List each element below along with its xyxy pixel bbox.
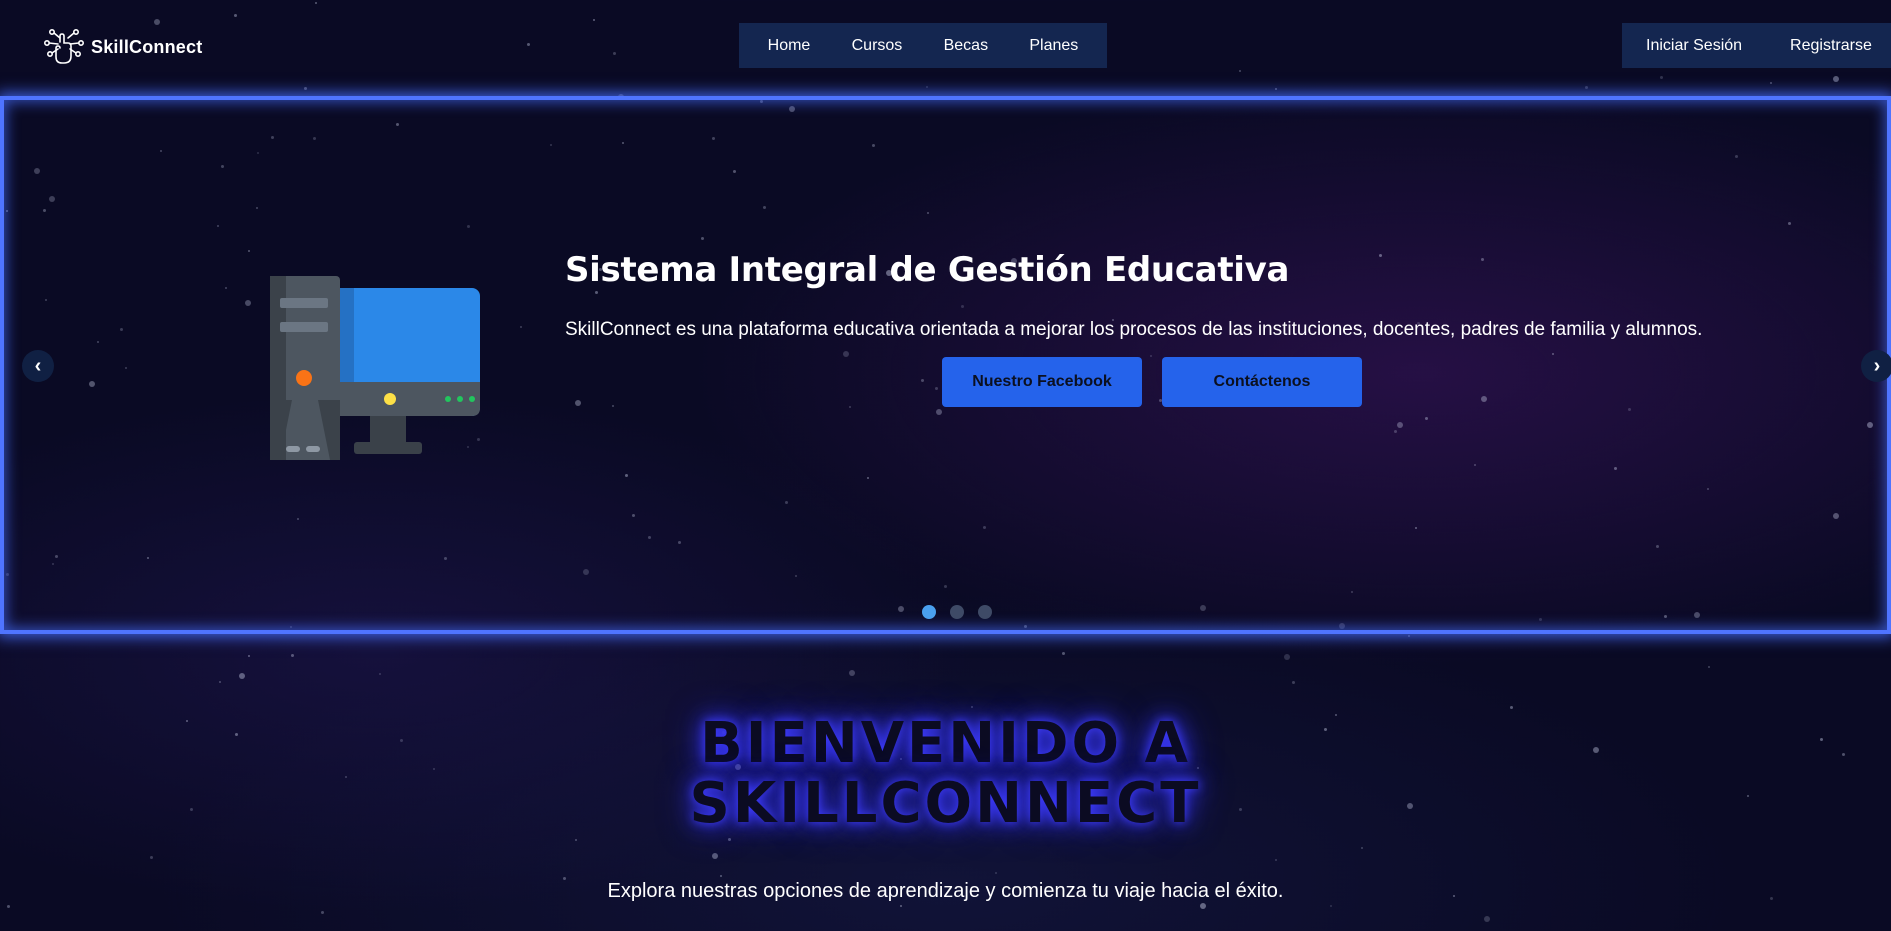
- welcome-title-line-2: SKILLCONNECT: [689, 771, 1202, 836]
- star: [1062, 652, 1065, 655]
- chevron-left-icon: ‹: [34, 354, 42, 377]
- star: [971, 706, 973, 708]
- star: [1770, 82, 1772, 84]
- star: [379, 673, 381, 675]
- welcome-subtitle: Explora nuestras opciones de aprendizaje…: [607, 880, 1284, 902]
- star: [728, 838, 731, 841]
- welcome-title-line-1: BIENVENIDO A: [700, 711, 1191, 776]
- star: [150, 856, 153, 859]
- contact-button[interactable]: Contáctenos: [1162, 357, 1362, 407]
- star: [315, 2, 317, 4]
- register-link[interactable]: Registrarse: [1790, 37, 1872, 55]
- nav-becas[interactable]: Becas: [944, 37, 988, 55]
- star: [1239, 70, 1241, 72]
- star: [304, 87, 307, 90]
- star: [1200, 903, 1206, 909]
- carousel-dot-2[interactable]: [950, 605, 964, 619]
- star: [527, 43, 530, 46]
- star: [995, 872, 997, 874]
- auth-nav: Iniciar Sesión Registrarse: [1622, 23, 1891, 68]
- nav-cursos[interactable]: Cursos: [852, 37, 903, 55]
- star: [1275, 859, 1277, 861]
- star: [1708, 666, 1710, 668]
- star: [1408, 635, 1410, 637]
- chevron-right-icon: ›: [1873, 354, 1881, 377]
- star: [593, 19, 595, 21]
- carousel-indicators: [922, 605, 992, 619]
- star: [712, 853, 718, 859]
- star: [1292, 681, 1295, 684]
- star: [154, 19, 160, 25]
- star: [926, 86, 928, 88]
- carousel-dot-1[interactable]: [922, 605, 936, 619]
- nav-home[interactable]: Home: [768, 37, 811, 55]
- star: [1585, 86, 1588, 89]
- star: [849, 670, 855, 676]
- nav-planes[interactable]: Planes: [1029, 37, 1078, 55]
- star: [219, 681, 221, 683]
- star: [575, 839, 577, 841]
- brand-logo[interactable]: SkillConnect: [43, 26, 202, 68]
- star: [291, 654, 294, 657]
- slide-title: Sistema Integral de Gestión Educativa: [565, 250, 1290, 290]
- star: [248, 655, 250, 657]
- star: [1833, 76, 1839, 82]
- star: [234, 14, 237, 17]
- hero-carousel: Sistema Integral de Gestión Educativa Sk…: [0, 96, 1891, 634]
- star: [1275, 88, 1277, 90]
- star: [7, 905, 10, 908]
- star: [1361, 847, 1363, 849]
- star: [720, 875, 722, 877]
- star: [1484, 916, 1490, 922]
- slide-description: SkillConnect es una plataforma educativa…: [565, 319, 1703, 340]
- star: [1660, 76, 1663, 79]
- carousel-dot-3[interactable]: [978, 605, 992, 619]
- star: [613, 52, 616, 55]
- main-nav: Home Cursos Becas Planes: [739, 23, 1107, 68]
- login-link[interactable]: Iniciar Sesión: [1646, 37, 1742, 55]
- star: [321, 911, 324, 914]
- star: [239, 673, 245, 679]
- star: [1284, 654, 1290, 660]
- desktop-computer-icon: [270, 276, 480, 460]
- carousel-next-button[interactable]: ›: [1861, 350, 1891, 382]
- star: [1330, 905, 1332, 907]
- star: [900, 905, 902, 907]
- facebook-button[interactable]: Nuestro Facebook: [942, 357, 1142, 407]
- carousel-prev-button[interactable]: ‹: [22, 350, 54, 382]
- star: [1510, 706, 1513, 709]
- hand-network-logo-icon: [43, 28, 84, 64]
- brand-name: SkillConnect: [91, 36, 203, 57]
- welcome-title: BIENVENIDO A SKILLCONNECT: [0, 714, 1891, 834]
